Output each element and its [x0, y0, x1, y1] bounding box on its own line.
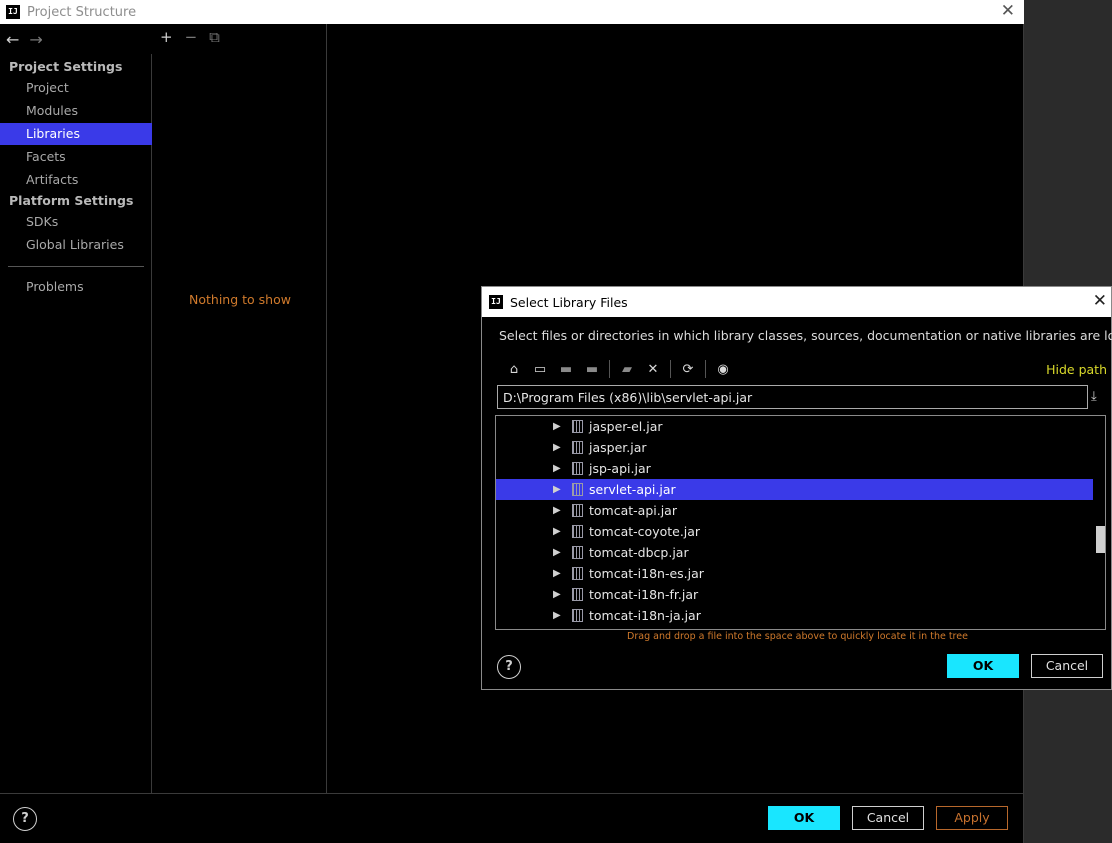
jar-file-icon [572, 525, 583, 538]
project-settings-heading: Project Settings [9, 59, 123, 74]
window-titlebar: IJ Project Structure ✕ [0, 0, 1024, 24]
sidebar-divider [8, 266, 144, 267]
expand-arrow-icon[interactable]: ▶ [553, 442, 561, 453]
jar-file-icon [572, 567, 583, 580]
download-icon[interactable]: ⤓ [1091, 389, 1097, 404]
sidebar-item-global-libraries[interactable]: Global Libraries [0, 234, 152, 256]
jar-file-icon [572, 483, 583, 496]
empty-state-text: Nothing to show [189, 292, 291, 307]
intellij-logo-icon: IJ [489, 295, 503, 309]
tree-item-tomcat-coyote[interactable]: ▶ tomcat-coyote.jar [496, 521, 1093, 542]
window-close-icon[interactable]: ✕ [1001, 1, 1015, 21]
main-footer: ? OK Cancel Apply [0, 793, 1024, 843]
platform-settings-heading: Platform Settings [9, 193, 134, 208]
tree-item-tomcat-dbcp[interactable]: ▶ tomcat-dbcp.jar [496, 542, 1093, 563]
sidebar-item-problems[interactable]: Problems [0, 276, 152, 298]
jar-file-icon [572, 609, 583, 622]
dialog-ok-button[interactable]: OK [947, 654, 1019, 678]
expand-arrow-icon[interactable]: ▶ [553, 484, 561, 495]
file-tree[interactable]: ▶ jasper-el.jar ▶ jasper.jar ▶ jsp-api.j… [495, 415, 1106, 630]
sidebar-item-sdks[interactable]: SDKs [0, 211, 152, 233]
home-icon[interactable]: ⌂ [501, 362, 527, 377]
expand-arrow-icon[interactable]: ▶ [553, 547, 561, 558]
jar-file-icon [572, 588, 583, 601]
sidebar-item-libraries[interactable]: Libraries [0, 123, 152, 145]
module-folder-icon[interactable]: ▬ [579, 362, 605, 377]
tree-item-label: tomcat-i18n-fr.jar [589, 587, 699, 602]
tree-item-jasper-el[interactable]: ▶ jasper-el.jar [496, 416, 1093, 437]
refresh-icon[interactable]: ⟳ [675, 362, 701, 377]
sidebar-item-facets[interactable]: Facets [0, 146, 152, 168]
window-title: Project Structure [27, 4, 137, 20]
jar-file-icon [572, 546, 583, 559]
ok-button[interactable]: OK [768, 806, 840, 830]
tree-item-tomcat-i18n-fr[interactable]: ▶ tomcat-i18n-fr.jar [496, 584, 1093, 605]
cancel-button[interactable]: Cancel [852, 806, 924, 830]
tree-item-jsp-api[interactable]: ▶ jsp-api.jar [496, 458, 1093, 479]
select-library-files-dialog: IJ Select Library Files ✕ Select files o… [481, 286, 1112, 690]
delete-icon[interactable]: ✕ [640, 362, 666, 377]
forward-arrow-icon[interactable]: → [29, 30, 42, 49]
jar-file-icon [572, 504, 583, 517]
tree-item-label: servlet-api.jar [589, 482, 676, 497]
dialog-titlebar: IJ Select Library Files ✕ [482, 287, 1111, 317]
help-button[interactable]: ? [13, 807, 37, 831]
navigation-buttons: ← → [6, 30, 43, 49]
dialog-title: Select Library Files [510, 294, 628, 310]
tree-item-tomcat-i18n-ja[interactable]: ▶ tomcat-i18n-ja.jar [496, 605, 1093, 626]
expand-arrow-icon[interactable]: ▶ [553, 421, 561, 432]
back-arrow-icon[interactable]: ← [6, 30, 19, 49]
dialog-cancel-button[interactable]: Cancel [1031, 654, 1103, 678]
show-hidden-files-icon[interactable]: ◉ [710, 362, 736, 377]
expand-arrow-icon[interactable]: ▶ [553, 610, 561, 621]
sidebar-item-project[interactable]: Project [0, 77, 152, 99]
expand-arrow-icon[interactable]: ▶ [553, 526, 561, 537]
expand-arrow-icon[interactable]: ▶ [553, 568, 561, 579]
tree-scrollbar-thumb[interactable] [1096, 526, 1105, 553]
toolbar-separator [609, 360, 610, 378]
file-chooser-toolbar: ⌂ ▭ ▬ ▬ ▰ ✕ ⟳ ◉ [501, 360, 736, 378]
tree-item-label: tomcat-coyote.jar [589, 524, 701, 539]
sidebar-item-modules[interactable]: Modules [0, 100, 152, 122]
remove-icon[interactable]: − [185, 28, 198, 46]
dialog-description: Select files or directories in which lib… [499, 328, 1112, 343]
desktop-icon[interactable]: ▭ [527, 362, 553, 377]
expand-arrow-icon[interactable]: ▶ [553, 505, 561, 516]
dialog-close-icon[interactable]: ✕ [1093, 291, 1107, 311]
drag-drop-hint: Drag and drop a file into the space abov… [627, 631, 968, 642]
tree-item-label: jsp-api.jar [589, 461, 651, 476]
tree-item-tomcat-i18n-es[interactable]: ▶ tomcat-i18n-es.jar [496, 563, 1093, 584]
expand-arrow-icon[interactable]: ▶ [553, 463, 561, 474]
intellij-logo-icon: IJ [6, 5, 20, 19]
expand-arrow-icon[interactable]: ▶ [553, 589, 561, 600]
tree-item-servlet-api[interactable]: ▶ servlet-api.jar [496, 479, 1093, 500]
jar-file-icon [572, 462, 583, 475]
tree-item-jasper[interactable]: ▶ jasper.jar [496, 437, 1093, 458]
jar-file-icon [572, 420, 583, 433]
library-list-panel: + − ⧉ Nothing to show [153, 24, 327, 793]
sidebar-item-artifacts[interactable]: Artifacts [0, 169, 152, 191]
add-icon[interactable]: + [160, 28, 173, 46]
toolbar-separator [670, 360, 671, 378]
tree-item-label: tomcat-dbcp.jar [589, 545, 689, 560]
apply-button[interactable]: Apply [936, 806, 1008, 830]
tree-item-label: tomcat-i18n-ja.jar [589, 608, 701, 623]
jar-file-icon [572, 441, 583, 454]
tree-item-label: jasper.jar [589, 440, 647, 455]
tree-item-label: jasper-el.jar [589, 419, 663, 434]
copy-icon[interactable]: ⧉ [209, 28, 220, 46]
tree-item-tomcat-api[interactable]: ▶ tomcat-api.jar [496, 500, 1093, 521]
dialog-help-button[interactable]: ? [497, 655, 521, 679]
project-folder-icon[interactable]: ▬ [553, 362, 579, 377]
library-toolbar: + − ⧉ [160, 28, 220, 46]
toolbar-separator [705, 360, 706, 378]
tree-item-label: tomcat-api.jar [589, 503, 677, 518]
settings-sidebar: Project Settings Project Modules Librari… [0, 54, 152, 793]
hide-path-link[interactable]: Hide path [1046, 362, 1107, 377]
path-input[interactable] [497, 385, 1088, 409]
tree-item-label: tomcat-i18n-es.jar [589, 566, 704, 581]
new-folder-icon[interactable]: ▰ [614, 362, 640, 377]
